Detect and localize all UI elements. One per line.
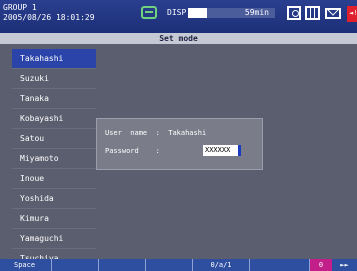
group-datetime: GROUP 1 2005/08/26 18:01:29: [3, 3, 95, 23]
user-list-item[interactable]: Suzuki: [12, 69, 96, 89]
status-header: GROUP 1 2005/08/26 18:01:29 DISP 59min ◄…: [0, 0, 357, 33]
user-name-label: User name :: [105, 129, 160, 137]
user-name-value: Takahashi: [168, 129, 207, 137]
text-cursor: [238, 145, 241, 156]
password-label: Password :: [105, 147, 160, 155]
password-input[interactable]: XXXXXX: [203, 145, 241, 156]
user-list-item[interactable]: Inoue: [12, 169, 96, 189]
display-icon[interactable]: [141, 6, 157, 19]
alarm-icon: ◄!: [349, 9, 357, 17]
memory-bar: 59min: [188, 8, 275, 18]
user-list-item[interactable]: Tanaka: [12, 89, 96, 109]
calendar-icon[interactable]: [305, 6, 320, 20]
memory-bar-fill: [188, 8, 208, 18]
user-list-item[interactable]: Yamaguchi: [12, 229, 96, 249]
softkey-bar: Space 0/a/1 0 ►►: [0, 259, 357, 271]
user-list-item[interactable]: Kobayashi: [12, 109, 96, 129]
record-icon[interactable]: [287, 6, 301, 20]
password-row: Password :: [105, 147, 160, 155]
group-name: GROUP 1: [3, 3, 37, 12]
space-softkey[interactable]: Space: [0, 259, 52, 271]
user-name-row: User name : Takahashi: [105, 129, 206, 137]
memory-remaining: 59min: [244, 8, 269, 17]
softkey-3[interactable]: [99, 259, 146, 271]
user-list-item[interactable]: Kimura: [12, 209, 96, 229]
mode-title: Set mode: [159, 34, 198, 43]
next-page-button[interactable]: ►►: [332, 259, 357, 271]
page-indicator[interactable]: 0: [310, 259, 332, 271]
alarm-indicator[interactable]: ◄!: [347, 6, 357, 22]
user-list-item[interactable]: Miyamoto: [12, 149, 96, 169]
user-list-item[interactable]: Yoshida: [12, 189, 96, 209]
date-time: 2005/08/26 18:01:29: [3, 13, 95, 22]
mail-icon[interactable]: [325, 8, 341, 19]
user-list: Takahashi Suzuki Tanaka Kobayashi Satou Miyam…: [12, 49, 96, 269]
softkey-2[interactable]: [52, 259, 99, 271]
char-type-softkey[interactable]: 0/a/1: [193, 259, 250, 271]
disp-label: DISP: [167, 8, 187, 17]
mode-bar: Set mode: [0, 33, 357, 44]
password-value: XXXXXX: [205, 146, 231, 154]
login-dialog: User name : Takahashi Password : XXXXXX: [96, 118, 263, 170]
user-list-item[interactable]: Satou: [12, 129, 96, 149]
softkey-4[interactable]: [146, 259, 193, 271]
softkey-6[interactable]: [250, 259, 310, 271]
user-list-item[interactable]: Takahashi: [12, 49, 96, 69]
